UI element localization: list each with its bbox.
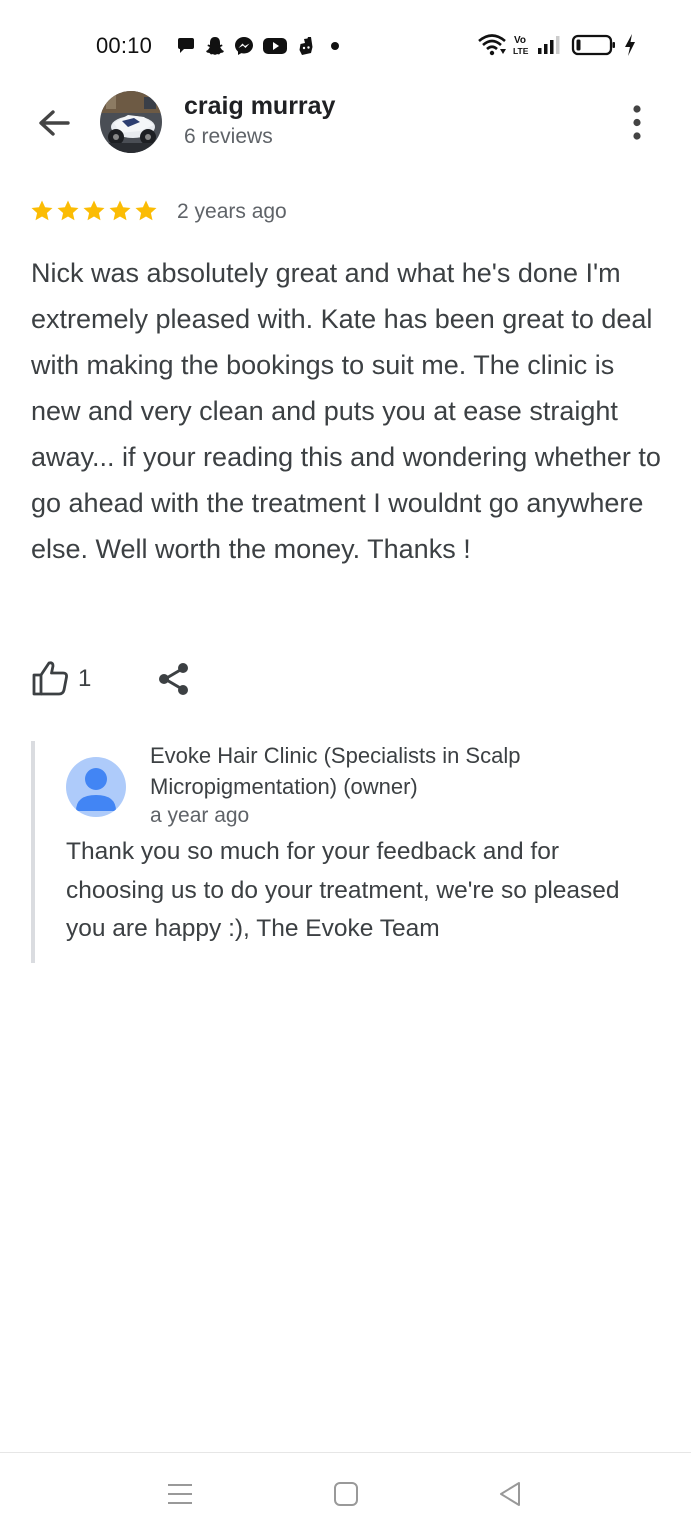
star-rating bbox=[30, 199, 158, 223]
deliveroo-icon bbox=[299, 37, 313, 55]
star-icon bbox=[83, 200, 105, 221]
youtube-icon bbox=[263, 38, 287, 54]
menu-icon bbox=[168, 1484, 192, 1504]
person-icon bbox=[76, 768, 116, 811]
chat-icon bbox=[178, 38, 194, 53]
reply-divider bbox=[31, 741, 35, 963]
home-icon bbox=[334, 1482, 358, 1506]
charging-icon bbox=[625, 34, 635, 56]
reviewer-avatar[interactable] bbox=[100, 91, 162, 153]
svg-text:Vo: Vo bbox=[514, 35, 526, 46]
wifi-icon bbox=[478, 34, 506, 56]
system-icons: Vo LTE bbox=[477, 32, 637, 58]
snapchat-icon bbox=[206, 37, 224, 55]
nav-divider bbox=[0, 1452, 691, 1453]
signal-icon bbox=[538, 36, 560, 54]
star-icon bbox=[135, 200, 157, 221]
owner-reply-time: a year ago bbox=[150, 804, 250, 827]
volte-icon: VoLTE bbox=[513, 35, 529, 56]
star-icon bbox=[57, 200, 79, 221]
review-text: Nick was absolutely great and what he's … bbox=[31, 258, 661, 564]
star-icon bbox=[109, 200, 131, 221]
menu-button[interactable] bbox=[160, 1474, 200, 1514]
thumbs-up-icon[interactable] bbox=[30, 659, 70, 697]
star-icon bbox=[31, 200, 53, 221]
reviewer-photo bbox=[100, 91, 162, 153]
home-button[interactable] bbox=[326, 1474, 366, 1514]
status-time: 00:10 bbox=[96, 33, 153, 58]
owner-name: Evoke Hair Clinic (Specialists in Scalp … bbox=[150, 743, 521, 799]
like-count: 1 bbox=[78, 665, 92, 692]
review-count: 6 reviews bbox=[184, 125, 273, 148]
more-options-icon[interactable] bbox=[623, 104, 651, 142]
messenger-icon bbox=[235, 37, 253, 55]
back-triangle-icon bbox=[500, 1482, 520, 1506]
owner-avatar bbox=[66, 757, 126, 817]
notification-icons bbox=[176, 34, 345, 58]
dot-icon bbox=[331, 42, 339, 50]
share-icon[interactable] bbox=[156, 660, 192, 698]
back-arrow-icon[interactable] bbox=[34, 104, 74, 144]
back-nav-button[interactable] bbox=[490, 1474, 530, 1514]
review-time: 2 years ago bbox=[177, 200, 287, 223]
reviewer-name[interactable]: craig murray bbox=[184, 92, 335, 121]
battery-icon bbox=[571, 34, 615, 56]
owner-reply-text: Thank you so much for your feedback and … bbox=[66, 838, 620, 942]
svg-text:LTE: LTE bbox=[513, 46, 529, 56]
